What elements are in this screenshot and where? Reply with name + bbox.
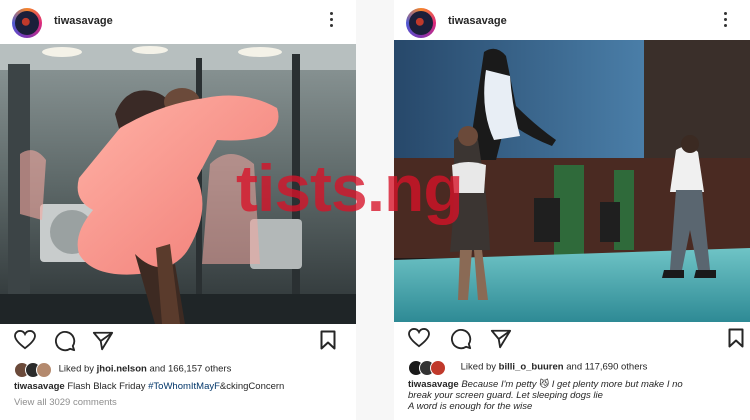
view-all-comments-link[interactable]: View all 3029 comments xyxy=(14,397,117,408)
share-icon[interactable] xyxy=(490,328,512,350)
likes-summary: Liked by jhoi.nelson and 166,157 others xyxy=(14,362,231,378)
post-header: tiwasavage xyxy=(394,0,750,44)
likes-summary: Liked by billi_o_buuren and 117,690 othe… xyxy=(408,360,647,376)
post-photo[interactable] xyxy=(0,44,356,324)
caption-hashtag[interactable]: #ToWhomItMayF xyxy=(148,381,220,392)
caption-tail: &ckingConcern xyxy=(219,381,285,392)
heart-icon[interactable] xyxy=(14,330,36,350)
liked-by-suffix[interactable]: and 117,690 others xyxy=(566,362,647,373)
comment-icon[interactable] xyxy=(450,328,472,350)
post-caption: tiwasavage Flash Black Friday #ToWhomItM… xyxy=(14,381,344,392)
username[interactable]: tiwasavage xyxy=(448,15,507,27)
liked-by-user[interactable]: jhoi.nelson xyxy=(97,364,147,375)
caption-line-2: break your screen guard. Let sleeping do… xyxy=(408,390,603,401)
liked-by-suffix[interactable]: and 166,157 others xyxy=(149,364,231,375)
gutter xyxy=(356,0,394,420)
liker-avatars xyxy=(408,360,458,376)
username[interactable]: tiwasavage xyxy=(54,15,113,27)
avatar[interactable] xyxy=(12,8,42,38)
instagram-post-right: tiwasavage Liked by billi_o_buuren and 1… xyxy=(394,0,750,420)
post-photo[interactable] xyxy=(394,40,750,322)
more-options-icon[interactable] xyxy=(330,12,334,30)
bookmark-icon[interactable] xyxy=(728,328,744,348)
liked-by-prefix: Liked by xyxy=(460,361,497,373)
bookmark-icon[interactable] xyxy=(320,330,336,350)
caption-line-3: A word is enough for the wise xyxy=(408,401,533,412)
avatar xyxy=(430,360,446,376)
post-actions xyxy=(0,330,356,354)
caption-line-1: Because I'm petty 😼 I get plenty more bu… xyxy=(461,379,683,390)
post-caption: tiwasavage Because I'm petty 😼 I get ple… xyxy=(408,379,748,412)
post-actions xyxy=(394,328,750,352)
avatar[interactable] xyxy=(406,8,436,38)
liker-avatars xyxy=(14,362,56,378)
caption-username[interactable]: tiwasavage xyxy=(14,381,65,392)
avatar xyxy=(36,362,52,378)
post-header: tiwasavage xyxy=(0,0,356,44)
caption-text: Flash Black Friday xyxy=(67,381,146,392)
share-icon[interactable] xyxy=(92,330,114,352)
comment-icon[interactable] xyxy=(54,330,76,352)
instagram-post-left: tiwasavage Liked by jhoi.nelson and 166,… xyxy=(0,0,356,420)
liked-by-prefix: Liked by xyxy=(58,363,95,375)
heart-icon[interactable] xyxy=(408,328,430,348)
more-options-icon[interactable] xyxy=(724,12,728,30)
caption-username[interactable]: tiwasavage xyxy=(408,379,459,390)
liked-by-user[interactable]: billi_o_buuren xyxy=(499,362,564,373)
